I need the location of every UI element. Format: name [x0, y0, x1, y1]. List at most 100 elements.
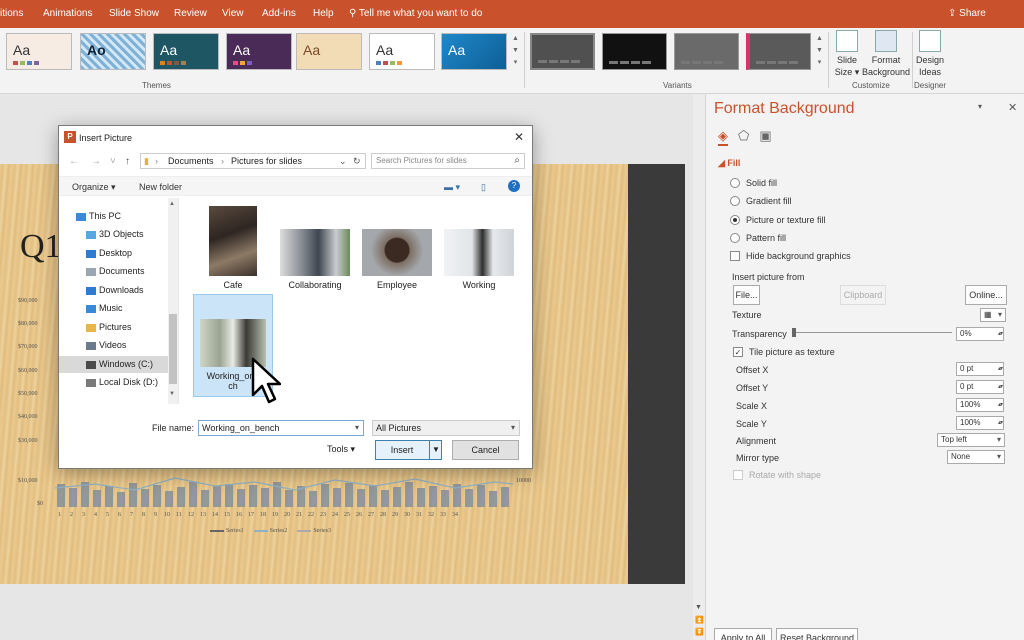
slide-size-button[interactable]: Slide Size ▾ — [832, 30, 862, 78]
chevron-down-icon[interactable]: ▼ — [511, 45, 520, 57]
variant-thumbnail[interactable] — [746, 33, 811, 70]
tab-transitions[interactable]: itions — [0, 8, 23, 19]
fill-bucket-icon[interactable]: ◈ — [718, 128, 728, 146]
gallery-more-icon[interactable]: ▾ — [815, 57, 824, 69]
back-arrow-icon[interactable]: ← — [69, 156, 79, 167]
cancel-button[interactable]: Cancel — [452, 440, 519, 460]
file-item-collaborating[interactable]: Collaborating — [275, 206, 355, 290]
preview-pane-icon[interactable]: ▯ — [481, 182, 486, 193]
chevron-down-icon[interactable]: ▼ — [695, 604, 702, 611]
close-icon[interactable]: ✕ — [1008, 101, 1017, 114]
file-item-employee[interactable]: Employee — [357, 206, 437, 290]
solid-fill-radio[interactable]: Solid fill — [730, 178, 777, 188]
file-button[interactable]: File... — [733, 285, 760, 305]
chevron-up-icon[interactable]: ▲ — [511, 33, 520, 45]
file-type-dropdown[interactable]: All Pictures — [372, 420, 520, 436]
organize-menu[interactable]: Organize ▾ — [72, 182, 116, 193]
tile-checkbox[interactable]: ✓ Tile picture as texture — [733, 347, 835, 357]
variant-thumbnail[interactable] — [530, 33, 595, 70]
scale-x-input[interactable]: 100% — [956, 398, 1004, 412]
pattern-fill-radio[interactable]: Pattern fill — [730, 233, 786, 243]
slider-thumb[interactable] — [792, 328, 796, 337]
tab-help[interactable]: Help — [313, 8, 334, 19]
variant-thumbnail[interactable] — [674, 33, 739, 70]
slide-title[interactable]: Q1 — [20, 228, 62, 266]
picture-fill-radio[interactable]: Picture or texture fill — [730, 215, 826, 225]
scale-y-input[interactable]: 100% — [956, 416, 1004, 430]
tab-view[interactable]: View — [222, 8, 244, 19]
gallery-more-icon[interactable]: ▾ — [511, 57, 520, 69]
theme-thumbnail[interactable]: Aa — [369, 33, 435, 70]
next-slide-icon[interactable]: ⏬ — [695, 628, 704, 636]
insert-dropdown-icon[interactable]: ▼ — [429, 441, 442, 459]
previous-slide-icon[interactable]: ⏫ — [695, 616, 704, 624]
tab-review[interactable]: Review — [174, 8, 207, 19]
slide-vertical-scrollbar[interactable]: ▼ ⏫ ⏬ — [693, 94, 705, 640]
theme-thumbnail[interactable]: Aa — [153, 33, 219, 70]
tree-item-downloads[interactable]: Downloads — [59, 282, 171, 299]
reset-background-button[interactable]: Reset Background — [776, 628, 858, 640]
search-input[interactable]: Search Pictures for slides — [371, 153, 525, 169]
view-options-icon[interactable]: ▬ ▾ — [444, 182, 460, 193]
theme-thumbnail[interactable]: Aa — [226, 33, 292, 70]
tree-item-this-pc[interactable]: This PC — [59, 208, 171, 225]
fill-section-header[interactable]: ◢ Fill — [718, 158, 740, 169]
transparency-slider[interactable] — [792, 328, 952, 337]
file-name-input[interactable]: Working_on_bench — [198, 420, 364, 436]
chevron-up-icon[interactable]: ▲ — [169, 201, 175, 207]
address-bar[interactable]: ▮ › Documents › Pictures for slides ⌄ ↻ — [140, 153, 366, 169]
theme-thumbnail[interactable]: Aa — [296, 33, 362, 70]
theme-thumbnail[interactable]: Aa — [6, 33, 72, 70]
new-folder-button[interactable]: New folder — [139, 182, 182, 192]
close-icon[interactable]: ✕ — [514, 130, 524, 144]
insert-button[interactable]: Insert ▼ — [375, 440, 442, 460]
tools-menu[interactable]: Tools ▾ — [327, 444, 355, 455]
theme-thumbnail[interactable]: Aa — [441, 33, 507, 70]
picture-icon[interactable]: ▣ — [759, 128, 771, 146]
tree-scrollbar[interactable]: ▲ ▼ — [168, 198, 178, 404]
theme-thumbnail[interactable]: Ao — [80, 33, 146, 70]
breadcrumb-pictures-for-slides[interactable]: Pictures for slides — [231, 154, 302, 168]
tree-item-videos[interactable]: Videos — [59, 337, 171, 354]
forward-arrow-icon[interactable]: → — [91, 156, 101, 167]
texture-picker[interactable]: ▦ — [980, 308, 1006, 322]
chevron-down-icon[interactable]: ˅ — [110, 156, 116, 167]
tell-me-search[interactable]: ⚲ Tell me what you want to do — [349, 8, 482, 19]
scrollbar-thumb[interactable] — [169, 314, 177, 384]
chevron-down-icon[interactable]: ▼ — [169, 391, 175, 397]
mirror-type-dropdown[interactable]: None — [947, 450, 1005, 464]
tree-item-windows-c[interactable]: Windows (C:) — [59, 356, 171, 373]
variant-thumbnail[interactable] — [602, 33, 667, 70]
share-button[interactable]: ⇪ Share — [948, 8, 986, 19]
tree-item-local-disk-d[interactable]: Local Disk (D:) — [59, 374, 171, 391]
tree-item-music[interactable]: Music — [59, 300, 171, 317]
format-background-button[interactable]: Format Background — [860, 30, 912, 78]
theme-gallery-scroll[interactable]: ▲ ▼ ▾ — [511, 33, 520, 71]
breadcrumb-documents[interactable]: Documents — [168, 154, 214, 168]
file-item-cafe[interactable]: Cafe — [193, 206, 273, 290]
up-arrow-icon[interactable]: ↑ — [125, 156, 130, 167]
alignment-dropdown[interactable]: Top left — [937, 433, 1005, 447]
refresh-icon[interactable]: ↻ — [353, 154, 361, 168]
chevron-down-icon[interactable]: ▼ — [815, 45, 824, 57]
variant-gallery-scroll[interactable]: ▲ ▼ ▾ — [815, 33, 824, 71]
tree-item-3d-objects[interactable]: 3D Objects — [59, 226, 171, 243]
design-ideas-button[interactable]: Design Ideas — [913, 30, 947, 78]
gradient-fill-radio[interactable]: Gradient fill — [730, 196, 792, 206]
online-button[interactable]: Online... — [965, 285, 1007, 305]
offset-x-input[interactable]: 0 pt — [956, 362, 1004, 376]
chevron-up-icon[interactable]: ▲ — [815, 33, 824, 45]
offset-y-input[interactable]: 0 pt — [956, 380, 1004, 394]
tab-animations[interactable]: Animations — [43, 8, 92, 19]
tab-add-ins[interactable]: Add-ins — [262, 8, 296, 19]
help-icon[interactable]: ? — [508, 180, 520, 192]
pentagon-effects-icon[interactable]: ⬠ — [738, 128, 749, 146]
apply-to-all-button[interactable]: Apply to All — [714, 628, 772, 640]
file-item-working[interactable]: Working — [439, 206, 519, 290]
hide-background-checkbox[interactable]: Hide background graphics — [730, 251, 851, 261]
tree-item-desktop[interactable]: Desktop — [59, 245, 171, 262]
tab-slide-show[interactable]: Slide Show — [109, 8, 159, 19]
tree-item-documents[interactable]: Documents — [59, 263, 171, 280]
chevron-down-icon[interactable]: ⌄ — [339, 154, 347, 168]
transparency-input[interactable]: 0% — [956, 327, 1004, 341]
